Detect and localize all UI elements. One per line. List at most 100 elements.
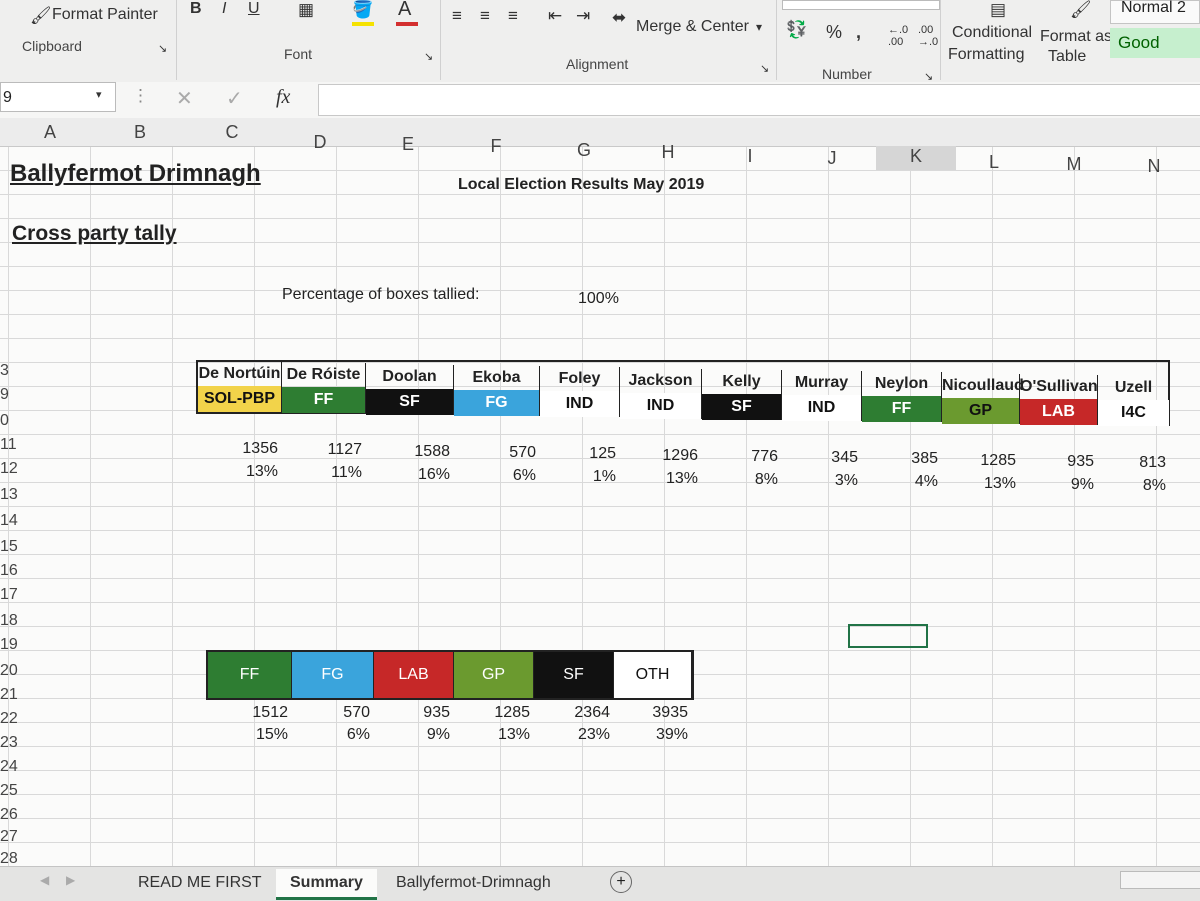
format-as-table-icon[interactable]: 🖌 [1070, 0, 1092, 20]
row-header[interactable]: 19 [0, 636, 28, 654]
column-header-h[interactable]: H [648, 142, 688, 163]
format-painter-icon[interactable]: 🖌 [30, 6, 52, 26]
party-total-votes-0[interactable]: 1512 [208, 704, 288, 722]
horizontal-scrollbar[interactable] [1120, 871, 1200, 889]
column-header-m[interactable]: M [1054, 154, 1094, 175]
party-total-pct-3[interactable]: 13% [454, 726, 530, 744]
percentage-value[interactable]: 100% [578, 290, 619, 308]
party-total-label-5[interactable]: OTH [614, 652, 692, 698]
align-left-icon[interactable]: ≡ [452, 6, 462, 26]
candidate-party-11[interactable]: I4C [1098, 400, 1170, 427]
sheet-title[interactable]: Ballyfermot Drimnagh [10, 160, 261, 188]
column-header-j[interactable]: J [812, 148, 852, 169]
row-header[interactable]: 20 [0, 662, 28, 680]
candidate-votes-6[interactable]: 776 [702, 448, 778, 466]
borders-icon[interactable]: ▦ [298, 0, 314, 20]
decrease-indent-icon[interactable]: ⇤ [548, 6, 562, 26]
candidate-party-1[interactable]: FF [282, 387, 366, 414]
accounting-format-icon[interactable]: 💱 [786, 20, 807, 40]
candidate-pct-11[interactable]: 8% [1098, 477, 1166, 495]
candidate-pct-7[interactable]: 3% [782, 472, 858, 490]
column-header-c[interactable]: C [212, 122, 252, 143]
candidate-name-3[interactable]: Ekoba [454, 365, 540, 390]
column-header-a[interactable]: A [30, 122, 70, 143]
party-total-pct-0[interactable]: 15% [208, 726, 288, 744]
candidate-party-8[interactable]: FF [862, 396, 942, 423]
row-header[interactable]: 23 [0, 734, 28, 752]
number-format-dropdown[interactable] [782, 0, 940, 10]
candidate-party-7[interactable]: IND [782, 395, 862, 422]
candidate-party-10[interactable]: LAB [1020, 399, 1098, 425]
dialog-launcher-icon[interactable]: ↘ [424, 50, 433, 63]
party-total-votes-4[interactable]: 2364 [534, 704, 610, 722]
party-total-label-3[interactable]: GP [454, 652, 534, 698]
conditional-formatting-button[interactable]: Conditional [952, 24, 1032, 42]
candidate-pct-0[interactable]: 13% [198, 463, 278, 481]
candidate-name-7[interactable]: Murray [782, 371, 862, 396]
party-total-label-2[interactable]: LAB [374, 652, 454, 698]
row-header[interactable]: 22 [0, 710, 28, 728]
format-as-table-button[interactable]: Format as [1040, 28, 1112, 46]
party-total-votes-5[interactable]: 3935 [614, 704, 688, 722]
dialog-launcher-icon[interactable]: ↘ [760, 62, 769, 75]
party-total-votes-1[interactable]: 570 [292, 704, 370, 722]
candidate-name-10[interactable]: O'Sullivan [1020, 375, 1098, 399]
cancel-icon[interactable]: ✕ [176, 86, 193, 111]
party-total-pct-2[interactable]: 9% [374, 726, 450, 744]
candidate-pct-3[interactable]: 6% [454, 467, 536, 485]
section-heading[interactable]: Cross party tally [12, 222, 177, 246]
enter-icon[interactable]: ✓ [226, 86, 243, 111]
candidate-votes-7[interactable]: 345 [782, 449, 858, 467]
candidate-name-0[interactable]: De Nortúin [198, 362, 282, 386]
candidate-name-2[interactable]: Doolan [366, 364, 454, 389]
party-total-votes-2[interactable]: 935 [374, 704, 450, 722]
insert-function-button[interactable]: fx [276, 86, 290, 109]
format-as-table-button-line2[interactable]: Table [1048, 48, 1086, 66]
candidate-pct-10[interactable]: 9% [1020, 476, 1094, 494]
column-header-b[interactable]: B [120, 122, 160, 143]
column-header-n[interactable]: N [1134, 156, 1174, 177]
format-painter-button[interactable]: Format Painter [52, 6, 158, 24]
candidate-pct-4[interactable]: 1% [540, 468, 616, 486]
tab-summary[interactable]: Summary [276, 869, 377, 900]
conditional-formatting-icon[interactable]: ▤ [990, 0, 1006, 20]
row-header[interactable]: 24 [0, 758, 28, 776]
font-color-icon[interactable]: A [398, 0, 411, 21]
column-header-e[interactable]: E [388, 134, 428, 155]
row-header[interactable]: 18 [0, 612, 28, 630]
candidate-pct-8[interactable]: 4% [862, 473, 938, 491]
candidate-votes-5[interactable]: 1296 [620, 447, 698, 465]
selected-cell[interactable] [848, 624, 928, 648]
row-header[interactable]: 13 [0, 486, 28, 504]
party-total-pct-5[interactable]: 39% [614, 726, 688, 744]
increase-indent-icon[interactable]: ⇥ [576, 6, 590, 26]
party-total-label-1[interactable]: FG [292, 652, 374, 698]
column-header-d[interactable]: D [300, 132, 340, 153]
candidate-votes-8[interactable]: 385 [862, 450, 938, 468]
next-sheet-icon[interactable]: ▶ [66, 873, 75, 887]
row-header[interactable]: 16 [0, 562, 28, 580]
dialog-launcher-icon[interactable]: ↘ [158, 42, 167, 55]
candidate-party-9[interactable]: GP [942, 397, 1020, 424]
candidate-name-11[interactable]: Uzell [1098, 376, 1170, 401]
party-total-pct-1[interactable]: 6% [292, 726, 370, 744]
candidate-votes-1[interactable]: 1127 [282, 441, 362, 459]
prev-sheet-icon[interactable]: ◀ [40, 873, 49, 887]
candidate-votes-2[interactable]: 1588 [366, 443, 450, 461]
candidate-pct-1[interactable]: 11% [282, 464, 362, 482]
party-total-label-0[interactable]: FF [208, 652, 292, 698]
chevron-down-icon[interactable]: ▾ [756, 20, 762, 34]
column-header-g[interactable]: G [564, 140, 604, 161]
candidate-pct-2[interactable]: 16% [366, 466, 450, 484]
party-total-label-4[interactable]: SF [534, 652, 614, 698]
column-header-l[interactable]: L [974, 152, 1014, 173]
comma-style-button[interactable]: , [856, 22, 861, 43]
candidate-votes-0[interactable]: 1356 [198, 440, 278, 458]
column-header-i[interactable]: I [730, 146, 770, 167]
add-sheet-button[interactable]: + [610, 871, 632, 893]
candidate-name-4[interactable]: Foley [540, 367, 620, 392]
underline-button[interactable]: U [248, 0, 260, 18]
percentage-label[interactable]: Percentage of boxes tallied: [282, 286, 479, 304]
candidate-votes-9[interactable]: 1285 [942, 452, 1016, 470]
row-header[interactable]: 21 [0, 686, 28, 704]
